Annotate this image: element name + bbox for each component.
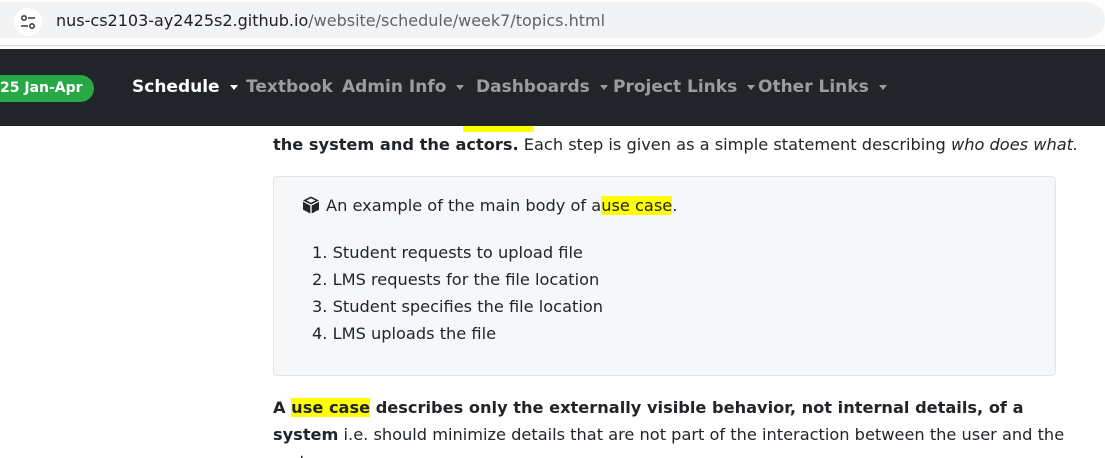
use-case-link[interactable]: use case (601, 195, 673, 215)
use-case-description: A use case describes only the externally… (273, 394, 1073, 458)
steps-description: the system and the actors. Each step is … (273, 134, 1078, 156)
browser-address-bar: nus-cs2103-ay2425s2.github.io/website/sc… (0, 0, 1105, 46)
chevron-down-icon (747, 85, 756, 90)
chevron-down-icon (229, 85, 238, 90)
para1-italic: who does what. (950, 135, 1079, 154)
para1-bold: the system and the actors. (273, 135, 519, 154)
nav-other-links[interactable]: Other Links (758, 77, 887, 97)
semester-badge[interactable]: 25 Jan-Apr (0, 75, 94, 102)
list-item: 4. LMS uploads the file (312, 324, 497, 343)
example-prefix: An example of the main body of a (326, 195, 602, 215)
list-item: 3. Student specifies the file location (312, 297, 603, 316)
cube-icon (303, 196, 319, 214)
nav-textbook[interactable]: Textbook (246, 77, 333, 97)
nav-project-links-label: Project Links (613, 77, 738, 97)
para2-bold-a: A (273, 398, 292, 417)
list-item: 1. Student requests to upload file (312, 243, 583, 262)
chevron-down-icon (599, 85, 608, 90)
nav-admin-info[interactable]: Admin Info (342, 77, 465, 97)
clipped-text-line (273, 126, 533, 132)
nav-schedule[interactable]: Schedule (132, 77, 238, 97)
url-domain: nus-cs2103-ay2425s2.github.io (56, 11, 309, 30)
nav-admin-info-label: Admin Info (342, 77, 447, 97)
example-suffix: . (672, 195, 678, 215)
example-box: An example of the main body of a use cas… (273, 176, 1056, 376)
para1-text: Each step is given as a simple statement… (518, 135, 951, 154)
url-field[interactable]: nus-cs2103-ay2425s2.github.io/website/sc… (0, 2, 1105, 38)
use-case-link[interactable]: use case (291, 398, 371, 417)
site-navbar: 25 Jan-Apr Schedule Textbook Admin Info … (0, 49, 1105, 126)
use-case-steps: 1. Student requests to upload file 2. LM… (312, 239, 603, 347)
chevron-down-icon (456, 85, 465, 90)
url-path: /website/schedule/week7/topics.html (308, 11, 606, 30)
nav-schedule-label: Schedule (132, 77, 220, 97)
nav-project-links[interactable]: Project Links (613, 77, 756, 97)
tune-icon[interactable] (14, 8, 42, 36)
chevron-down-icon (878, 85, 887, 90)
nav-textbook-label: Textbook (246, 77, 333, 97)
nav-dashboards[interactable]: Dashboards (476, 77, 608, 97)
example-title: An example of the main body of a use cas… (301, 195, 677, 215)
url-text[interactable]: nus-cs2103-ay2425s2.github.io/website/sc… (56, 11, 605, 30)
nav-other-links-label: Other Links (758, 77, 869, 97)
list-item: 2. LMS requests for the file location (312, 270, 600, 289)
nav-dashboards-label: Dashboards (476, 77, 590, 97)
clipped-highlight (463, 126, 533, 132)
para2-text: i.e. should minimize details that are no… (273, 425, 1065, 458)
